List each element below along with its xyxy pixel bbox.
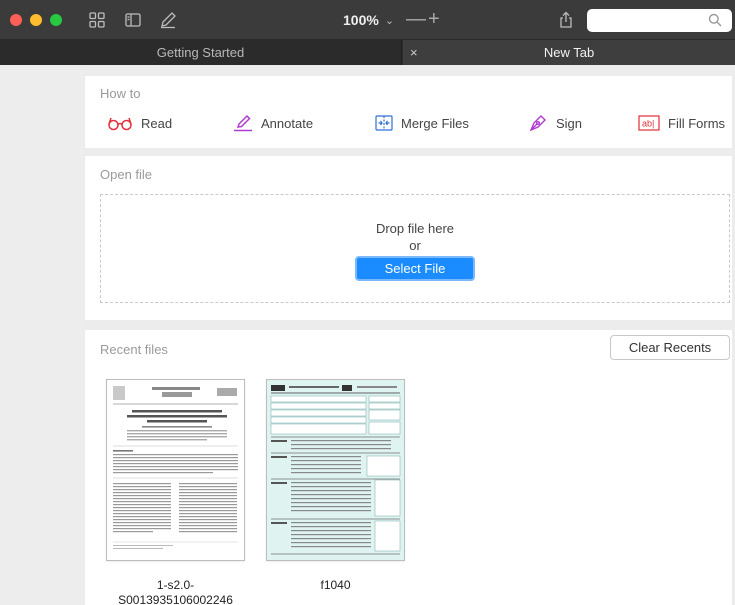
document-preview (267, 380, 404, 560)
minimize-window-button[interactable] (30, 14, 42, 26)
highlighter-icon (234, 114, 252, 132)
howto-read[interactable]: Read (107, 112, 172, 134)
chevron-down-icon: ⌄ (384, 14, 395, 27)
glasses-icon (108, 117, 132, 131)
title-bar: 100% ⌄ — + (0, 0, 735, 40)
svg-text:ab|: ab| (642, 119, 654, 129)
file-name-line1: 1-s2.0- (156, 578, 195, 592)
recent-file-thumbnail[interactable] (266, 379, 405, 561)
document-preview (113, 386, 238, 549)
grid-view-icon[interactable] (87, 10, 107, 30)
recent-files-panel: Recent files Clear Recents 1-s2.0- S0013… (85, 330, 732, 605)
howto-merge-files-label: Merge Files (401, 115, 469, 131)
zoom-out-button[interactable]: — (406, 8, 426, 31)
howto-annotate[interactable]: Annotate (233, 112, 313, 134)
left-sidebar (0, 65, 83, 605)
select-file-button[interactable]: Select File (355, 256, 475, 281)
recent-files-label: Recent files (100, 342, 168, 357)
drop-file-text: Drop file here (375, 221, 455, 236)
merge-icon (375, 115, 393, 131)
or-text: or (409, 238, 421, 253)
close-window-button[interactable] (10, 14, 22, 26)
howto-sign[interactable]: Sign (528, 112, 582, 134)
zoom-value: 100% (343, 12, 379, 28)
howto-annotate-label: Annotate (261, 115, 314, 131)
search-input[interactable] (587, 9, 732, 32)
sidebar-toggle-icon[interactable] (123, 10, 143, 30)
recent-file-thumbnail[interactable] (106, 379, 245, 561)
how-to-panel: How to Read Annotate Merge Files Sign ab… (85, 76, 732, 148)
recent-file-name[interactable]: 1-s2.0- S0013935106002246 (106, 578, 245, 605)
zoom-in-button[interactable]: + (428, 8, 440, 31)
howto-merge-files[interactable]: Merge Files (375, 112, 469, 134)
open-file-panel: Open file Drop file here or Select File (85, 156, 732, 320)
file-name-line2: S0013935106002246 (118, 593, 233, 605)
open-file-label: Open file (100, 167, 153, 182)
maximize-window-button[interactable] (50, 14, 62, 26)
tab-getting-started[interactable]: Getting Started (0, 40, 402, 65)
tab-bar: Getting Started New Tab × (0, 40, 735, 65)
drop-zone[interactable]: Drop file here or Select File (100, 194, 730, 303)
search-icon (708, 13, 722, 27)
howto-sign-label: Sign (556, 115, 583, 131)
pen-icon[interactable] (158, 10, 178, 30)
close-tab-icon[interactable]: × (410, 40, 418, 65)
clear-recents-button[interactable]: Clear Recents (610, 335, 730, 360)
howto-fill-forms-label: Fill Forms (668, 115, 726, 131)
howto-fill-forms[interactable]: ab| Fill Forms (638, 112, 725, 134)
how-to-label: How to (100, 86, 141, 101)
recent-file-name[interactable]: f1040 (266, 578, 405, 593)
howto-read-label: Read (141, 115, 173, 131)
pen-nib-icon (529, 115, 546, 132)
zoom-selector[interactable]: 100% ⌄ (343, 12, 394, 28)
share-icon[interactable] (556, 10, 576, 30)
tab-new-tab[interactable]: New Tab (403, 40, 735, 65)
form-field-icon: ab| (638, 115, 660, 131)
file-name-line1: f1040 (320, 578, 351, 592)
